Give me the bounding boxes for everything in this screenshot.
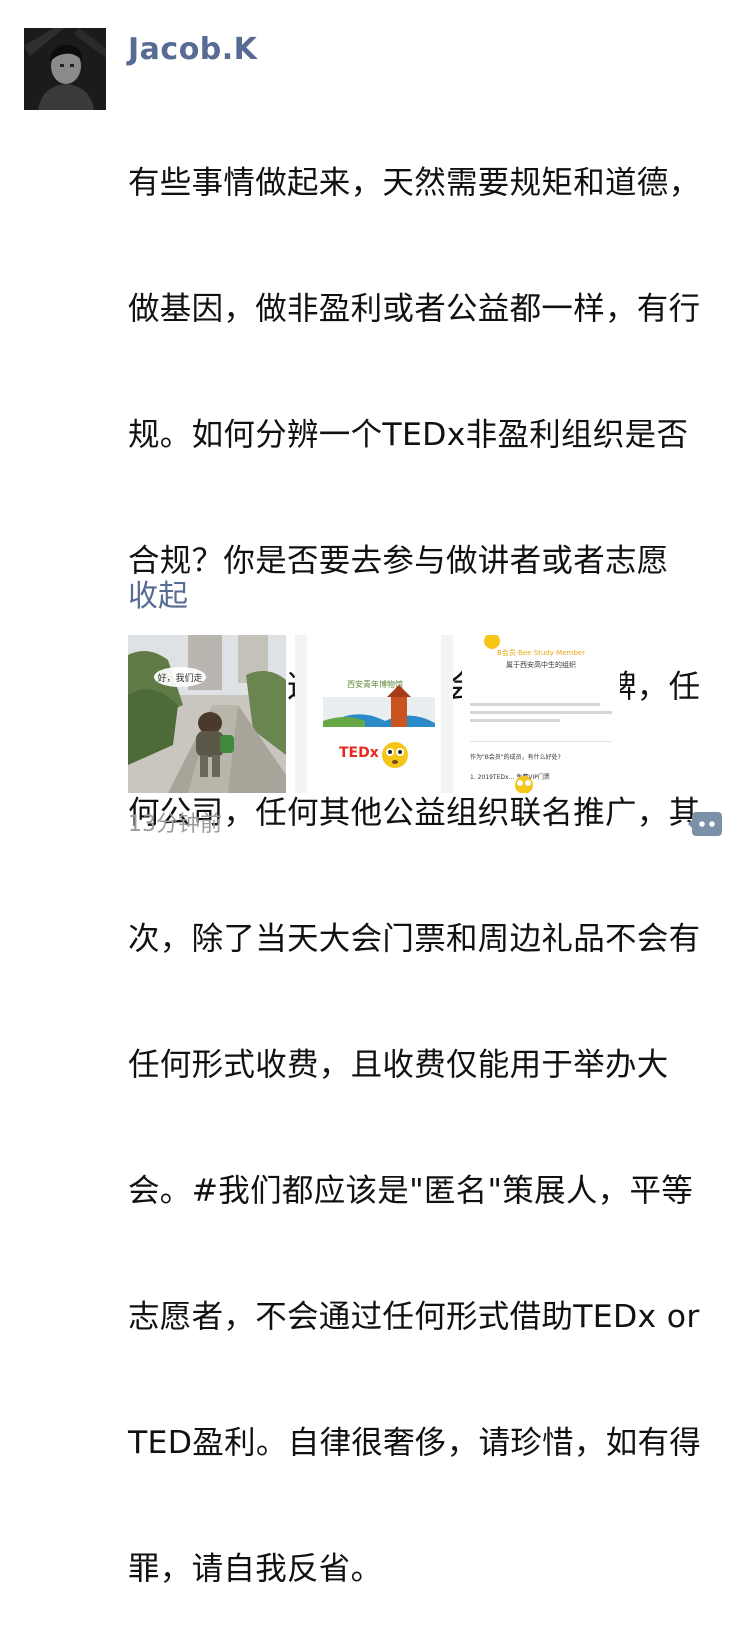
doc-header: B会员·Bee Study Member — [497, 648, 585, 657]
image-thumbnail-1[interactable]: 好，我们走 — [128, 635, 286, 793]
doc-subheader: 属于西安高中生的组织 — [506, 660, 576, 669]
doc-question: 作为"B会员"的成员，有什么好处? — [470, 753, 561, 761]
post-text-line: 合规？你是否要去参与做讲者或者志愿 — [128, 543, 669, 579]
post-timestamp: 13分钟前 — [128, 812, 222, 837]
member-document: B会员·Bee Study Member 属于西安高中生的组织 作为"B会员"的… — [462, 635, 620, 793]
post-text-line: 志愿者，不会通过任何形式借助TEDx or — [128, 1299, 700, 1335]
comment-button[interactable] — [688, 810, 724, 838]
author-name[interactable]: Jacob.K — [128, 30, 257, 70]
post-text-line: TED盈利。自律很奢侈，请珍惜，如有得 — [128, 1425, 702, 1461]
avatar[interactable] — [24, 28, 106, 110]
poster-brand: 西安青年博物馆 — [347, 679, 403, 689]
comment-bubble-icon — [688, 812, 722, 836]
image-thumbnail-3[interactable]: B会员·Bee Study Member 属于西安高中生的组织 作为"B会员"的… — [462, 635, 620, 793]
post-text-line: 任何形式收费，且收费仅能用于举办大 — [128, 1047, 669, 1083]
post-text-line: 次，除了当天大会门票和周边礼品不会有 — [128, 921, 701, 957]
tedx-logo: TEDx — [339, 745, 379, 761]
post-text-line: 会。#我们都应该是"匿名"策展人，平等 — [128, 1173, 694, 1209]
post-text: 有些事情做起来，天然需要规矩和道德， 做基因，做非盈利或者公益都一样，有行 规。… — [128, 78, 718, 1632]
post-text-line: 做基因，做非盈利或者公益都一样，有行 — [128, 291, 701, 327]
collapse-link[interactable]: 收起 — [128, 576, 188, 618]
post-text-line: 有些事情做起来，天然需要规矩和道德， — [128, 165, 701, 201]
photo-caption: 好，我们走 — [157, 672, 202, 684]
image-thumbnail-2[interactable]: 西安青年博物馆 TEDx — [295, 635, 453, 793]
post-text-line: 规。如何分辨一个TEDx非盈利组织是否 — [128, 417, 689, 453]
toddler-photo: 好，我们走 — [128, 635, 286, 793]
tedx-poster: 西安青年博物馆 TEDx — [295, 635, 453, 793]
avatar-photo — [24, 28, 106, 110]
post-text-line: 罪，请自我反省。 — [128, 1551, 383, 1587]
doc-item: 1. 2019TEDx… 免费VIP门票 — [470, 773, 550, 781]
